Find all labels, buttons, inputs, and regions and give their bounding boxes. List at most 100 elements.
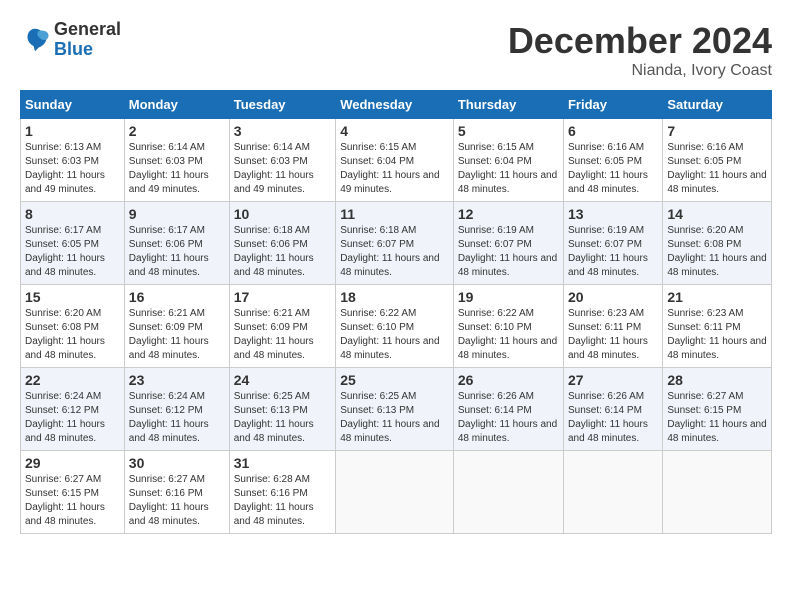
calendar-cell: 14Sunrise: 6:20 AMSunset: 6:08 PMDayligh… <box>663 202 772 285</box>
day-info: Sunrise: 6:24 AMSunset: 6:12 PMDaylight:… <box>129 390 225 446</box>
day-info: Sunrise: 6:25 AMSunset: 6:13 PMDaylight:… <box>234 390 331 446</box>
calendar-cell <box>563 451 662 534</box>
day-number: 14 <box>667 206 767 222</box>
day-info: Sunrise: 6:18 AMSunset: 6:07 PMDaylight:… <box>340 224 449 280</box>
calendar-cell: 31Sunrise: 6:28 AMSunset: 6:16 PMDayligh… <box>229 451 335 534</box>
day-number: 18 <box>340 289 449 305</box>
calendar-cell: 30Sunrise: 6:27 AMSunset: 6:16 PMDayligh… <box>124 451 229 534</box>
day-number: 28 <box>667 372 767 388</box>
calendar-cell: 26 Sunrise: 6:26 AMSunset: 6:14 PMDayligh… <box>453 368 563 451</box>
calendar-cell: 3 Sunrise: 6:14 AMSunset: 6:03 PMDaylight… <box>229 119 335 202</box>
day-info: Sunrise: 6:27 AMSunset: 6:15 PMDaylight:… <box>667 390 767 446</box>
calendar-cell: 22 Sunrise: 6:24 AMSunset: 6:12 PMDayligh… <box>21 368 125 451</box>
day-number: 16 <box>129 289 225 305</box>
calendar-cell: 16 Sunrise: 6:21 AMSunset: 6:09 PMDayligh… <box>124 285 229 368</box>
logo: General Blue <box>20 20 121 60</box>
month-title: December 2024 <box>508 20 772 62</box>
day-number: 29 <box>25 455 120 471</box>
calendar-cell: 1Sunrise: 6:13 AMSunset: 6:03 PMDaylight… <box>21 119 125 202</box>
calendar-cell: 11 Sunrise: 6:18 AMSunset: 6:07 PMDayligh… <box>336 202 454 285</box>
day-info: Sunrise: 6:16 AMSunset: 6:05 PMDaylight:… <box>667 141 767 197</box>
day-info: Sunrise: 6:17 AMSunset: 6:05 PMDaylight:… <box>25 224 120 280</box>
day-info: Sunrise: 6:19 AMSunset: 6:07 PMDaylight:… <box>568 224 658 280</box>
calendar-cell: 17Sunrise: 6:21 AMSunset: 6:09 PMDayligh… <box>229 285 335 368</box>
weekday-header-friday: Friday <box>563 91 662 119</box>
day-info: Sunrise: 6:14 AMSunset: 6:03 PMDaylight:… <box>129 141 225 197</box>
day-info: Sunrise: 6:26 AMSunset: 6:14 PMDaylight:… <box>568 390 658 446</box>
day-info: Sunrise: 6:26 AMSunset: 6:14 PMDaylight:… <box>458 390 559 446</box>
calendar-cell: 23 Sunrise: 6:24 AMSunset: 6:12 PMDayligh… <box>124 368 229 451</box>
weekday-header-sunday: Sunday <box>21 91 125 119</box>
day-info: Sunrise: 6:16 AMSunset: 6:05 PMDaylight:… <box>568 141 658 197</box>
calendar-cell: 28 Sunrise: 6:27 AMSunset: 6:15 PMDayligh… <box>663 368 772 451</box>
calendar-cell: 24 Sunrise: 6:25 AMSunset: 6:13 PMDayligh… <box>229 368 335 451</box>
calendar-cell: 15 Sunrise: 6:20 AMSunset: 6:08 PMDayligh… <box>21 285 125 368</box>
weekday-header-saturday: Saturday <box>663 91 772 119</box>
calendar-cell: 9 Sunrise: 6:17 AMSunset: 6:06 PMDaylight… <box>124 202 229 285</box>
day-info: Sunrise: 6:20 AMSunset: 6:08 PMDaylight:… <box>25 307 120 363</box>
calendar-cell <box>336 451 454 534</box>
day-number: 7 <box>667 123 767 139</box>
calendar-cell: 18 Sunrise: 6:22 AMSunset: 6:10 PMDayligh… <box>336 285 454 368</box>
calendar-cell <box>663 451 772 534</box>
day-number: 5 <box>458 123 559 139</box>
day-info: Sunrise: 6:22 AMSunset: 6:10 PMDaylight:… <box>458 307 559 363</box>
day-number: 24 <box>234 372 331 388</box>
day-info: Sunrise: 6:15 AMSunset: 6:04 PMDaylight:… <box>458 141 559 197</box>
day-number: 9 <box>129 206 225 222</box>
calendar-week-row-4: 22 Sunrise: 6:24 AMSunset: 6:12 PMDayligh… <box>21 368 772 451</box>
calendar-cell: 21Sunrise: 6:23 AMSunset: 6:11 PMDayligh… <box>663 285 772 368</box>
day-info: Sunrise: 6:18 AMSunset: 6:06 PMDaylight:… <box>234 224 331 280</box>
day-info: Sunrise: 6:21 AMSunset: 6:09 PMDaylight:… <box>234 307 331 363</box>
title-section: December 2024 Nianda, Ivory Coast <box>508 20 772 80</box>
day-info: Sunrise: 6:28 AMSunset: 6:16 PMDaylight:… <box>234 473 331 529</box>
calendar-cell: 8 Sunrise: 6:17 AMSunset: 6:05 PMDaylight… <box>21 202 125 285</box>
day-number: 13 <box>568 206 658 222</box>
day-number: 11 <box>340 206 449 222</box>
day-number: 22 <box>25 372 120 388</box>
calendar-header-row: SundayMondayTuesdayWednesdayThursdayFrid… <box>21 91 772 119</box>
day-number: 27 <box>568 372 658 388</box>
day-info: Sunrise: 6:19 AMSunset: 6:07 PMDaylight:… <box>458 224 559 280</box>
day-info: Sunrise: 6:21 AMSunset: 6:09 PMDaylight:… <box>129 307 225 363</box>
calendar-cell: 20Sunrise: 6:23 AMSunset: 6:11 PMDayligh… <box>563 285 662 368</box>
calendar-week-row-2: 8 Sunrise: 6:17 AMSunset: 6:05 PMDaylight… <box>21 202 772 285</box>
day-info: Sunrise: 6:17 AMSunset: 6:06 PMDaylight:… <box>129 224 225 280</box>
day-number: 3 <box>234 123 331 139</box>
logo-blue-text: Blue <box>54 39 93 59</box>
day-number: 20 <box>568 289 658 305</box>
day-number: 8 <box>25 206 120 222</box>
day-number: 26 <box>458 372 559 388</box>
calendar-week-row-5: 29Sunrise: 6:27 AMSunset: 6:15 PMDayligh… <box>21 451 772 534</box>
day-info: Sunrise: 6:15 AMSunset: 6:04 PMDaylight:… <box>340 141 449 197</box>
weekday-header-tuesday: Tuesday <box>229 91 335 119</box>
day-info: Sunrise: 6:23 AMSunset: 6:11 PMDaylight:… <box>667 307 767 363</box>
day-number: 6 <box>568 123 658 139</box>
day-info: Sunrise: 6:22 AMSunset: 6:10 PMDaylight:… <box>340 307 449 363</box>
calendar-cell <box>453 451 563 534</box>
day-number: 25 <box>340 372 449 388</box>
calendar-cell: 27 Sunrise: 6:26 AMSunset: 6:14 PMDayligh… <box>563 368 662 451</box>
location: Nianda, Ivory Coast <box>508 62 772 80</box>
day-number: 10 <box>234 206 331 222</box>
calendar-week-row-1: 1Sunrise: 6:13 AMSunset: 6:03 PMDaylight… <box>21 119 772 202</box>
calendar-cell: 7 Sunrise: 6:16 AMSunset: 6:05 PMDaylight… <box>663 119 772 202</box>
day-info: Sunrise: 6:25 AMSunset: 6:13 PMDaylight:… <box>340 390 449 446</box>
day-number: 15 <box>25 289 120 305</box>
weekday-header-monday: Monday <box>124 91 229 119</box>
day-number: 19 <box>458 289 559 305</box>
day-number: 23 <box>129 372 225 388</box>
weekday-header-wednesday: Wednesday <box>336 91 454 119</box>
day-info: Sunrise: 6:24 AMSunset: 6:12 PMDaylight:… <box>25 390 120 446</box>
logo-bird-icon <box>20 25 50 55</box>
calendar-cell: 6 Sunrise: 6:16 AMSunset: 6:05 PMDaylight… <box>563 119 662 202</box>
day-number: 1 <box>25 123 120 139</box>
day-number: 12 <box>458 206 559 222</box>
calendar-cell: 12 Sunrise: 6:19 AMSunset: 6:07 PMDayligh… <box>453 202 563 285</box>
calendar-table: SundayMondayTuesdayWednesdayThursdayFrid… <box>20 90 772 534</box>
day-info: Sunrise: 6:14 AMSunset: 6:03 PMDaylight:… <box>234 141 331 197</box>
calendar-cell: 19 Sunrise: 6:22 AMSunset: 6:10 PMDayligh… <box>453 285 563 368</box>
logo-text: General Blue <box>54 20 121 60</box>
calendar-cell: 29Sunrise: 6:27 AMSunset: 6:15 PMDayligh… <box>21 451 125 534</box>
page-header: General Blue December 2024 Nianda, Ivory… <box>20 20 772 80</box>
